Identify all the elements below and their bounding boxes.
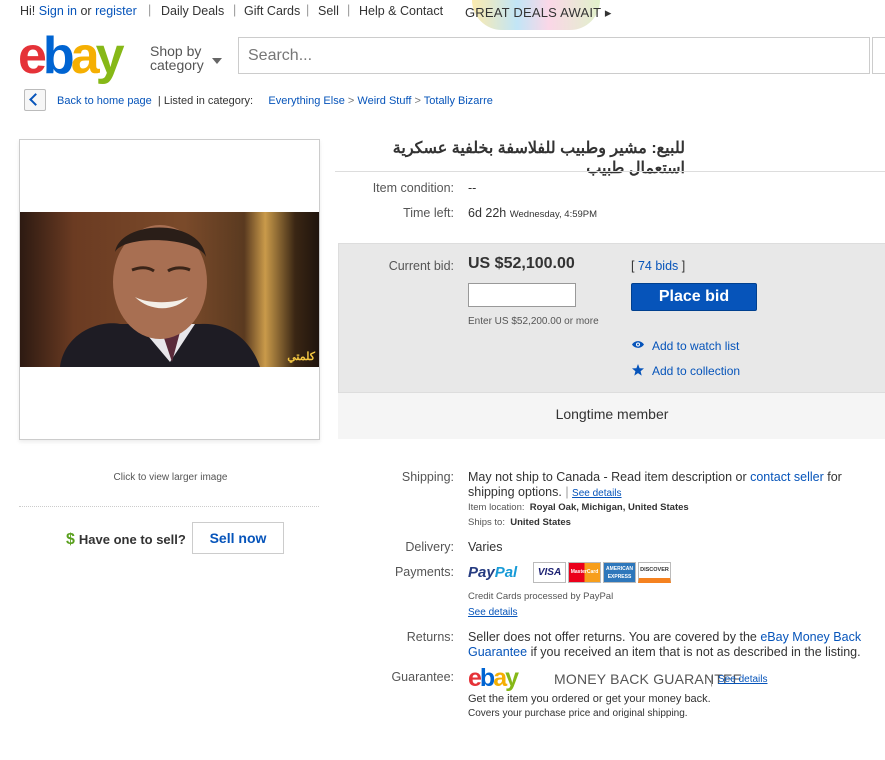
- guarantee-link[interactable]: Guarantee: [468, 645, 527, 659]
- register-link[interactable]: register: [95, 4, 137, 18]
- chevron-down-icon: [212, 58, 222, 64]
- search-input[interactable]: Search...: [238, 37, 870, 74]
- guarantee-see-details-link[interactable]: See details: [718, 674, 767, 685]
- item-condition-label: Item condition:: [372, 181, 454, 195]
- gift-cards-link[interactable]: Gift Cards: [244, 4, 300, 18]
- have-one-to-sell: $ Have one to sell?: [66, 531, 186, 548]
- divider: [19, 506, 319, 507]
- breadcrumb-weird-stuff[interactable]: Weird Stuff: [357, 95, 411, 107]
- returns-label: Returns:: [406, 630, 454, 644]
- guarantee-label: Guarantee:: [391, 670, 454, 684]
- current-bid-label: Current bid:: [388, 259, 454, 273]
- amex-icon: AMERICAN EXPRESS: [603, 562, 636, 583]
- shipping-value: May not ship to Canada - Read item descr…: [468, 470, 842, 499]
- item-condition-value: --: [468, 181, 477, 195]
- item-title: للبيع: مشير وطبيب للفلاسفة بخلفية عسكرية…: [392, 140, 685, 177]
- payments-see-details-link[interactable]: See details: [468, 607, 517, 618]
- bid-count-link[interactable]: 74 bids: [638, 259, 678, 273]
- click-larger-image-hint: Click to view larger image: [113, 472, 228, 483]
- payments-label: Payments:: [394, 565, 454, 579]
- guarantee-line-1: Get the item you ordered or get your mon…: [468, 693, 711, 705]
- money-back-guarantee-link[interactable]: eBay Money Back: [760, 630, 861, 644]
- breadcrumb: Back to home page | Listed in category: …: [57, 95, 493, 107]
- shipping-see-details-link[interactable]: See details: [572, 488, 621, 499]
- credit-card-note: Credit Cards processed by PayPal: [468, 591, 614, 602]
- sell-link[interactable]: Sell: [318, 4, 339, 18]
- delivery-label: Delivery:: [405, 540, 454, 554]
- listed-in-label: | Listed in category:: [157, 95, 254, 107]
- breadcrumb-everything-else[interactable]: Everything Else: [268, 95, 344, 107]
- guarantee-line-2: Covers your purchase price and original …: [468, 708, 688, 719]
- search-category-select[interactable]: [872, 37, 885, 74]
- shop-by-category-button[interactable]: Shop by category: [150, 44, 222, 72]
- add-to-watch-list-link[interactable]: Add to watch list: [652, 339, 739, 353]
- discover-icon: DISCOVER: [638, 562, 671, 583]
- money-back-guarantee-logo: ebay MONEY BACK GUARANTEE: [468, 664, 743, 692]
- time-left-value: 6d 22h Wednesday, 4:59PM: [468, 206, 598, 220]
- chevron-left-icon: [29, 93, 42, 106]
- daily-deals-link[interactable]: Daily Deals: [161, 4, 224, 18]
- sign-in-link[interactable]: Sign in: [39, 4, 77, 18]
- enter-amount-hint: Enter US $52,200.00 or more: [468, 316, 599, 327]
- divider: [335, 171, 885, 172]
- greeting: Hi! Sign in or register: [20, 4, 137, 18]
- sell-now-button[interactable]: Sell now: [192, 522, 284, 554]
- returns-value: Seller does not offer returns. You are c…: [468, 630, 862, 659]
- ebay-logo[interactable]: ebay: [18, 28, 125, 84]
- bid-count: [ 74 bids ]: [631, 259, 686, 273]
- item-location: Item location: Royal Oak, Michigan, Unit…: [468, 502, 689, 513]
- help-contact-link[interactable]: Help & Contact: [359, 4, 443, 18]
- video-watermark: كلمتي: [287, 351, 315, 363]
- longtime-member-badge: Longtime member: [555, 406, 669, 422]
- add-to-collection-link[interactable]: Add to collection: [652, 364, 740, 378]
- top-bar: Hi! Sign in or register | Daily Deals | …: [0, 0, 885, 30]
- ships-to: Ships to: United States: [468, 517, 571, 528]
- time-left-label: Time left:: [403, 206, 454, 220]
- visa-icon: VISA: [533, 562, 566, 583]
- back-button[interactable]: [24, 89, 46, 111]
- item-image-panel[interactable]: كلمتي: [19, 139, 320, 440]
- mastercard-icon: MasterCard: [568, 562, 601, 583]
- bid-amount-input[interactable]: [468, 283, 576, 307]
- back-to-home-link[interactable]: Back to home page: [57, 95, 152, 107]
- paypal-logo: PayPal: [468, 564, 518, 581]
- dollar-icon: $: [66, 531, 75, 548]
- current-bid-price: US $52,100.00: [468, 255, 575, 272]
- star-icon: [632, 364, 644, 379]
- shipping-label: Shipping:: [401, 470, 454, 484]
- item-photo[interactable]: كلمتي: [20, 212, 319, 367]
- promo-banner-link[interactable]: GREAT DEALS AWAIT ▸: [465, 5, 612, 21]
- place-bid-button[interactable]: Place bid: [631, 283, 757, 311]
- eye-icon: [632, 340, 644, 352]
- breadcrumb-totally-bizarre[interactable]: Totally Bizarre: [424, 95, 493, 107]
- contact-seller-link[interactable]: contact seller: [750, 470, 824, 484]
- delivery-value: Varies: [468, 540, 503, 554]
